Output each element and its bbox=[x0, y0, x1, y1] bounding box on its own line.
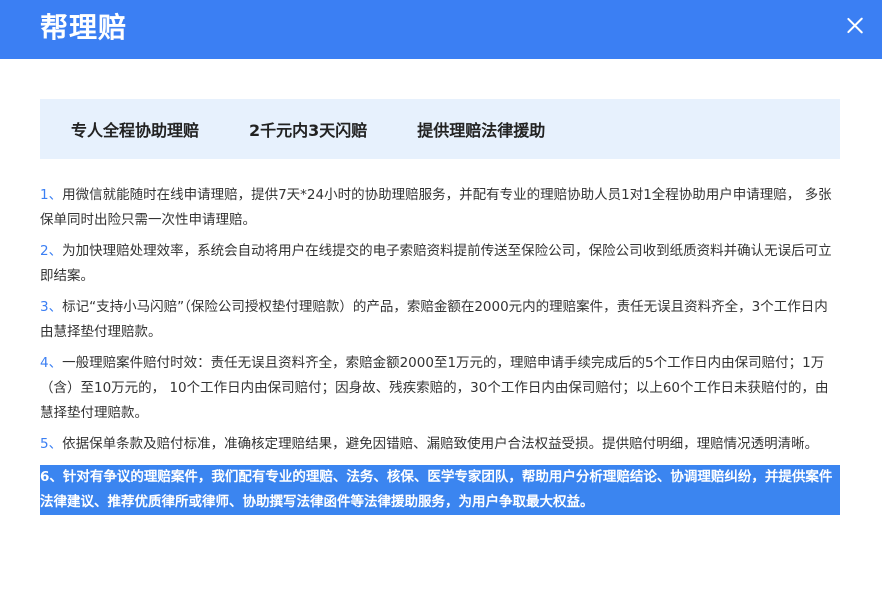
item-text: 一般理赔案件赔付时效：责任无误且资料齐全，索赔金额2000至1万元的，理赔申请手… bbox=[40, 355, 829, 421]
item-number: 3、 bbox=[40, 299, 63, 315]
feature-item: 提供理赔法律援助 bbox=[417, 121, 546, 140]
service-item: 1、用微信就能随时在线申请理赔，提供7天*24小时的协助理赔服务，并配有专业的理… bbox=[40, 183, 840, 233]
item-text: 标记“支持小马闪赔”（保险公司授权垫付理赔款）的产品，索赔金额在2000元内的理… bbox=[40, 299, 828, 340]
feature-item: 专人全程协助理赔 bbox=[71, 121, 200, 140]
dialog-header: 帮理赔 bbox=[0, 0, 882, 59]
item-number: 6、 bbox=[40, 469, 63, 485]
item-number: 2、 bbox=[40, 243, 63, 259]
item-number: 1、 bbox=[40, 187, 63, 203]
service-list: 1、用微信就能随时在线申请理赔，提供7天*24小时的协助理赔服务，并配有专业的理… bbox=[40, 183, 840, 521]
item-text: 依据保单条款及赔付标准，准确核定理赔结果，避免因错赔、漏赔致使用户合法权益受损。… bbox=[62, 436, 819, 452]
feature-bar: 专人全程协助理赔 2千元内3天闪赔 提供理赔法律援助 bbox=[40, 99, 840, 159]
service-item: 5、依据保单条款及赔付标准，准确核定理赔结果，避免因错赔、漏赔致使用户合法权益受… bbox=[40, 432, 840, 457]
item-text: 为加快理赔处理效率，系统会自动将用户在线提交的电子索赔资料提前传送至保险公司，保… bbox=[40, 243, 832, 284]
service-item: 3、标记“支持小马闪赔”（保险公司授权垫付理赔款）的产品，索赔金额在2000元内… bbox=[40, 295, 840, 345]
item-number: 4、 bbox=[40, 355, 63, 371]
dialog-title: 帮理赔 bbox=[40, 11, 128, 44]
claims-help-dialog: 帮理赔 专人全程协助理赔 2千元内3天闪赔 提供理赔法律援助 1、用微信就能随时… bbox=[0, 0, 882, 613]
service-item: 2、为加快理赔处理效率，系统会自动将用户在线提交的电子索赔资料提前传送至保险公司… bbox=[40, 239, 840, 289]
service-item-selected: 6、针对有争议的理赔案件，我们配有专业的理赔、法务、核保、医学专家团队，帮助用户… bbox=[40, 465, 840, 515]
item-text: 针对有争议的理赔案件，我们配有专业的理赔、法务、核保、医学专家团队，帮助用户分析… bbox=[40, 469, 833, 510]
service-item: 4、一般理赔案件赔付时效：责任无误且资料齐全，索赔金额2000至1万元的，理赔申… bbox=[40, 351, 840, 426]
item-number: 5、 bbox=[40, 436, 63, 452]
close-icon[interactable] bbox=[846, 16, 864, 34]
feature-item: 2千元内3天闪赔 bbox=[249, 121, 368, 140]
item-text: 用微信就能随时在线申请理赔，提供7天*24小时的协助理赔服务，并配有专业的理赔协… bbox=[40, 187, 832, 228]
